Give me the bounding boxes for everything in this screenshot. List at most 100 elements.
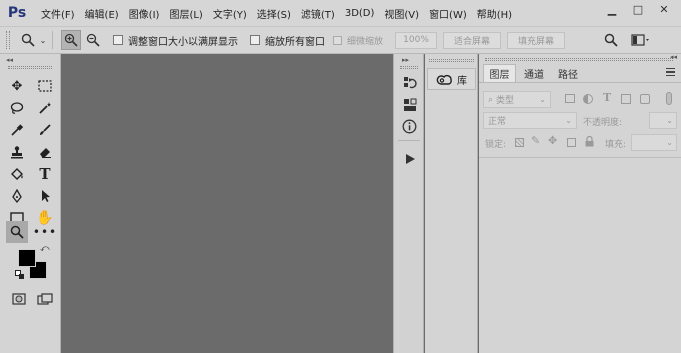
zoom-all-windows-checkbox[interactable]: 缩放所有窗口	[250, 33, 325, 48]
zoom-tool-preset-icon[interactable]	[18, 30, 38, 50]
history-icon[interactable]	[401, 74, 418, 91]
strip-collapse-icon[interactable]: ▸▸	[402, 56, 409, 64]
resize-window-checkbox[interactable]: 调整窗口大小以满屏显示	[113, 33, 238, 48]
move-tool-icon[interactable]: ✥	[7, 76, 27, 96]
checkbox-box[interactable]	[333, 35, 342, 45]
zoom-in-icon[interactable]	[61, 30, 81, 50]
info-icon[interactable]	[401, 118, 418, 135]
paint-bucket-tool-icon[interactable]	[7, 164, 27, 184]
menu-edit[interactable]: 编辑(E)	[80, 6, 124, 21]
marquee-tool-icon[interactable]	[35, 76, 55, 96]
libraries-tab[interactable]: 库	[427, 68, 476, 90]
menu-3d[interactable]: 3D(D)	[340, 8, 380, 19]
filter-search-icon: ⌕	[488, 94, 494, 105]
lock-artboard-icon[interactable]	[567, 138, 576, 147]
more-tools-icon[interactable]: •••	[33, 222, 56, 242]
menu-file[interactable]: 文件(F)	[36, 6, 80, 21]
menu-filter[interactable]: 滤镜(T)	[296, 6, 340, 21]
opacity-input[interactable]: ⌄	[649, 112, 677, 129]
scrubby-zoom-label: 细微缩放	[347, 36, 384, 47]
chevron-down-icon: ⌄	[666, 116, 673, 125]
tab-channels[interactable]: 通道	[517, 64, 551, 82]
menu-type[interactable]: 文字(Y)	[208, 6, 252, 21]
blend-mode-value: 正常	[488, 117, 507, 127]
menu-image[interactable]: 图像(I)	[124, 6, 165, 21]
strip-divider	[398, 140, 420, 141]
opacity-label: 不透明度:	[583, 118, 623, 128]
scrubby-zoom-checkbox[interactable]: 细微缩放	[333, 34, 383, 47]
filter-adjustment-icon[interactable]	[583, 94, 593, 104]
menu-window[interactable]: 窗口(W)	[424, 6, 472, 21]
lock-label: 锁定:	[485, 140, 507, 150]
brush-tool-icon[interactable]	[35, 120, 55, 140]
tab-layers[interactable]: 图层	[483, 64, 516, 82]
options-bar: ⌄ 调整窗口大小以满屏显示 缩放所有窗口 细微缩放 100% 适合屏幕 填充屏幕	[0, 26, 681, 54]
magic-wand-tool-icon[interactable]	[35, 98, 55, 118]
zoom-tool-icon[interactable]	[6, 221, 28, 243]
document-canvas-area[interactable]	[61, 54, 392, 353]
type-tool-icon[interactable]: T	[35, 164, 55, 184]
tab-bar-line	[479, 82, 681, 83]
swap-colors-icon[interactable]: ⤺	[40, 244, 50, 254]
fill-label: 填充:	[605, 140, 627, 150]
search-icon[interactable]	[601, 30, 621, 50]
zoom-100-button[interactable]: 100%	[395, 31, 438, 49]
maximize-button[interactable]: □	[625, 1, 651, 18]
pen-tool-icon[interactable]	[7, 186, 27, 206]
filter-type-icon[interactable]: T	[603, 91, 611, 104]
eraser-tool-icon[interactable]	[35, 142, 55, 162]
resize-window-label: 调整窗口大小以满屏显示	[128, 36, 238, 48]
lock-transparent-icon[interactable]	[515, 138, 524, 147]
chevron-down-icon: ⌄	[539, 95, 546, 104]
tab-paths[interactable]: 路径	[551, 64, 585, 82]
chevron-down-icon[interactable]: ⌄	[38, 30, 48, 50]
minimize-button[interactable]: ▁	[599, 1, 625, 18]
lib-grip[interactable]	[429, 59, 474, 62]
fill-screen-button[interactable]: 填充屏幕	[507, 31, 566, 49]
fill-input[interactable]: ⌄	[631, 134, 677, 151]
clone-stamp-tool-icon[interactable]	[7, 142, 27, 162]
quick-mask-icon[interactable]	[9, 289, 29, 309]
layer-filter-select[interactable]: ⌕ 类型 ⌄	[483, 91, 551, 108]
close-button[interactable]: ✕	[651, 1, 677, 18]
fit-screen-button[interactable]: 适合屏幕	[443, 31, 502, 49]
properties-icon[interactable]	[401, 96, 418, 113]
filter-toggle-icon[interactable]	[666, 92, 672, 105]
default-colors-icon[interactable]	[15, 270, 25, 280]
path-selection-tool-icon[interactable]	[35, 186, 55, 206]
foreground-color-swatch[interactable]	[18, 249, 36, 267]
layers-grip[interactable]	[485, 58, 673, 61]
creative-cloud-icon	[436, 74, 452, 85]
filter-smartobject-icon[interactable]	[640, 94, 650, 104]
menu-select[interactable]: 选择(S)	[252, 6, 296, 21]
workspace-switcher-icon[interactable]	[629, 30, 653, 50]
menu-help[interactable]: 帮助(H)	[472, 6, 517, 21]
filter-pixel-icon[interactable]	[565, 94, 575, 103]
panel-menu-icon[interactable]	[666, 68, 675, 76]
strip-grip[interactable]	[400, 66, 418, 69]
checkbox-box[interactable]	[250, 35, 260, 45]
blend-mode-select[interactable]: 正常 ⌄	[483, 112, 577, 129]
lock-all-icon[interactable]	[585, 135, 594, 147]
lock-position-icon[interactable]: ✥	[548, 134, 557, 147]
eyedropper-tool-icon[interactable]	[7, 120, 27, 140]
screen-mode-icon[interactable]	[35, 289, 55, 309]
menu-layer[interactable]: 图层(L)	[164, 6, 207, 21]
layers-list-area[interactable]	[479, 157, 681, 353]
checkbox-box[interactable]	[113, 35, 123, 45]
toolbar-collapse-icon[interactable]: ◂◂	[6, 56, 13, 64]
options-bar-grip[interactable]	[6, 31, 10, 49]
menu-view[interactable]: 视图(V)	[379, 6, 424, 21]
panel-collapse-icon[interactable]: ◂◂	[670, 53, 677, 61]
zoom-out-icon[interactable]	[83, 30, 103, 50]
actions-play-icon[interactable]	[401, 150, 418, 167]
divider	[52, 31, 53, 49]
layers-panel: ◂◂ 图层 通道 路径 ⌕ 类型 ⌄ T 正常 ⌄ 不透明度: ⌄ 锁定: ✎ …	[479, 53, 681, 353]
filter-shape-icon[interactable]	[621, 94, 631, 104]
collapsed-panel-strip: ▸▸	[393, 54, 424, 353]
filter-kind-value: 类型	[496, 96, 515, 106]
lock-image-pixels-icon[interactable]: ✎	[531, 134, 540, 147]
libraries-label: 库	[457, 75, 467, 87]
lasso-tool-icon[interactable]	[7, 98, 27, 118]
toolbar-grip[interactable]	[8, 66, 52, 69]
